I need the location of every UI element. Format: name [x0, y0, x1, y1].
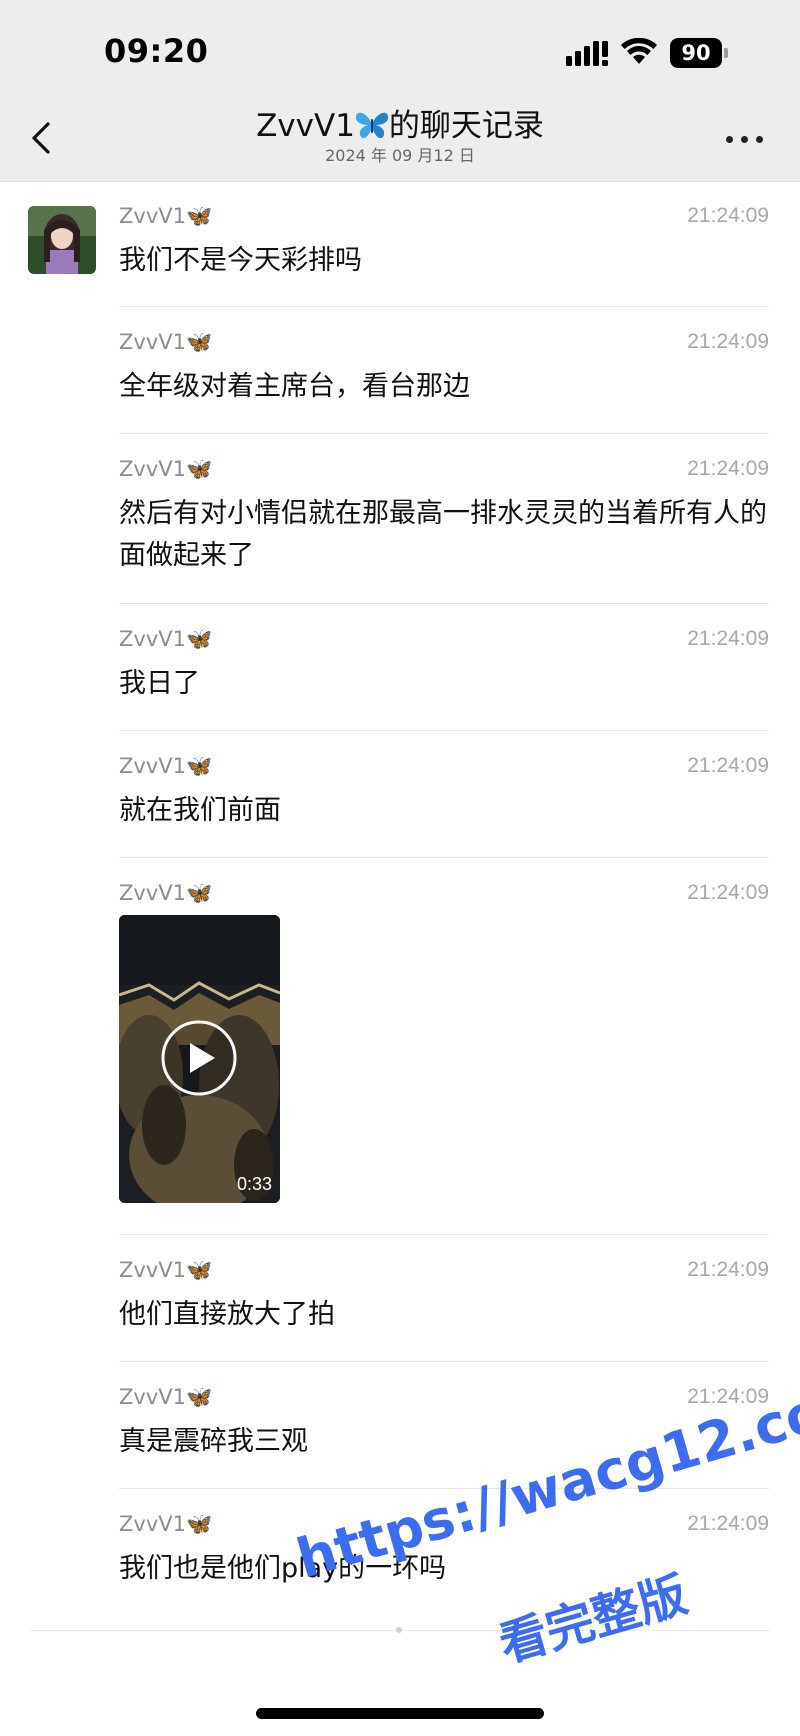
message-time: 21:24:09	[687, 881, 769, 904]
battery-indicator: 90	[670, 38, 728, 68]
sender-name: ZvvV1🦋	[119, 754, 213, 778]
list-item: ZvvV1🦋 21:24:09 我们也是他们play的一环吗	[119, 1510, 769, 1596]
video-message[interactable]: 0:33	[119, 915, 280, 1203]
sender-name: ZvvV1🦋	[119, 457, 213, 481]
sender-name: ZvvV1🦋	[119, 204, 213, 228]
message-text[interactable]: 然后有对小情侣就在那最高一排水灵灵的当着所有人的面做起来了	[119, 493, 769, 577]
message-text[interactable]: 全年级对着主席台，看台那边	[119, 366, 769, 408]
chat-history-screen: 09:20 90 ZvvV1 的聊天记录 2024 年 09 月12 日 Zvv…	[0, 0, 800, 1736]
list-item: ZvvV1🦋 21:24:09 我们不是今天彩排吗	[119, 202, 769, 288]
message-time: 21:24:09	[687, 204, 769, 227]
list-item: ZvvV1🦋 21:24:09 全年级对着主席台，看台那边	[119, 328, 769, 414]
message-time: 21:24:09	[687, 457, 769, 480]
video-thumbnail	[119, 915, 280, 1203]
butterfly-icon	[355, 112, 389, 139]
message-text[interactable]: 我们也是他们play的一环吗	[119, 1548, 769, 1590]
list-item: ZvvV1🦋 21:24:09 我日了	[119, 625, 769, 711]
sender-name: ZvvV1🦋	[119, 1385, 213, 1409]
list-item: ZvvV1🦋 21:24:09 他们直接放大了拍	[119, 1256, 769, 1342]
message-text[interactable]: 就在我们前面	[119, 790, 769, 832]
divider	[119, 730, 769, 731]
message-time: 21:24:09	[687, 754, 769, 777]
battery-cap	[724, 48, 728, 58]
divider	[119, 1234, 769, 1235]
message-time: 21:24:09	[687, 627, 769, 650]
scroll-indicator	[396, 1627, 402, 1633]
back-chevron-icon[interactable]	[24, 116, 60, 160]
sender-name: ZvvV1🦋	[119, 881, 213, 905]
nav-bar: ZvvV1 的聊天记录 2024 年 09 月12 日	[0, 96, 800, 182]
nav-title-block: ZvvV1 的聊天记录 2024 年 09 月12 日	[150, 108, 650, 166]
message-time: 21:24:09	[687, 1258, 769, 1281]
divider	[119, 857, 769, 858]
sender-name: ZvvV1🦋	[119, 627, 213, 651]
message-time: 21:24:09	[687, 330, 769, 353]
message-text[interactable]: 我日了	[119, 663, 769, 705]
sender-name: ZvvV1🦋	[119, 330, 213, 354]
home-indicator[interactable]	[256, 1708, 544, 1719]
page-subtitle-date: 2024 年 09 月12 日	[325, 146, 475, 165]
cellular-signal-icon	[566, 41, 608, 66]
sender-name: ZvvV1🦋	[119, 1512, 213, 1536]
divider	[119, 1361, 769, 1362]
avatar[interactable]	[28, 206, 96, 274]
message-text[interactable]: 我们不是今天彩排吗	[119, 240, 769, 282]
video-duration: 0:33	[236, 1174, 272, 1194]
divider	[119, 306, 769, 307]
list-item: ZvvV1🦋 21:24:09 然后有对小情侣就在那最高一排水灵灵的当着所有人的…	[119, 455, 769, 583]
divider	[119, 603, 769, 604]
message-text[interactable]: 他们直接放大了拍	[119, 1294, 769, 1336]
divider	[119, 433, 769, 434]
sender-name: ZvvV1🦋	[119, 1258, 213, 1282]
status-bar: 09:20 90	[0, 0, 800, 96]
page-title: ZvvV1 的聊天记录	[256, 108, 544, 144]
message-time: 21:24:09	[687, 1512, 769, 1535]
list-item: ZvvV1🦋 21:24:09 就在我们前面	[119, 752, 769, 838]
status-time: 09:20	[104, 32, 209, 70]
battery-level: 90	[670, 38, 722, 68]
list-item: ZvvV1🦋 21:24:09 真是震碎我三观	[119, 1383, 769, 1469]
message-text[interactable]: 真是震碎我三观	[119, 1421, 769, 1463]
more-options-icon[interactable]	[726, 132, 766, 146]
wifi-icon	[621, 38, 657, 64]
list-item: ZvvV1🦋 21:24:09 0:33	[119, 879, 769, 1209]
divider	[119, 1488, 769, 1489]
message-time: 21:24:09	[687, 1385, 769, 1408]
